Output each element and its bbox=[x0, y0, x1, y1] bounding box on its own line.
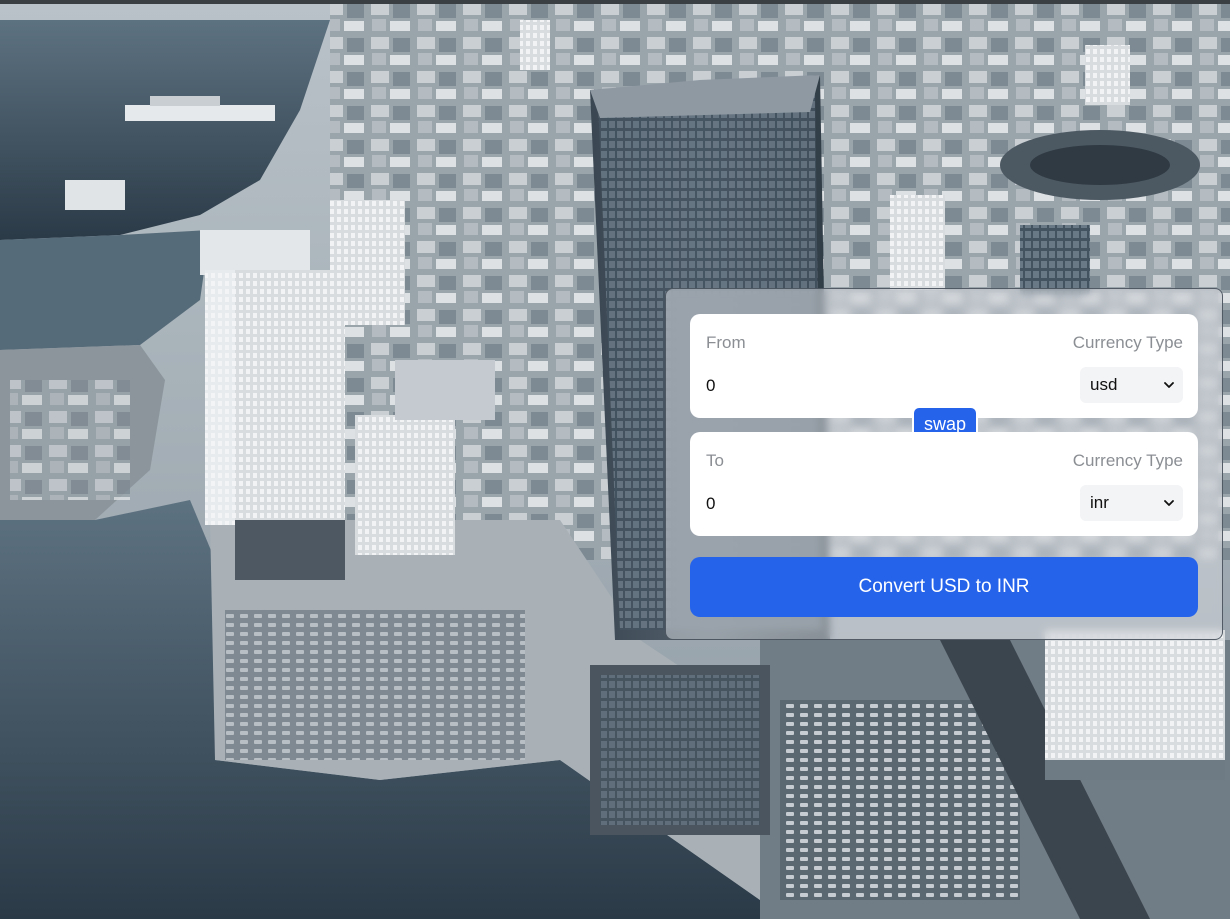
to-field: To Currency Type inr bbox=[690, 432, 1198, 536]
to-currency-selected: inr bbox=[1090, 493, 1109, 512]
from-currency-type-label: Currency Type bbox=[1072, 333, 1183, 352]
to-currency-type-label: Currency Type bbox=[1072, 451, 1183, 470]
convert-button[interactable]: Convert USD to INR bbox=[690, 557, 1198, 617]
chevron-down-icon bbox=[1164, 382, 1174, 388]
to-amount-input[interactable] bbox=[704, 490, 1028, 518]
chevron-down-icon bbox=[1164, 500, 1174, 506]
from-currency-select[interactable]: usd bbox=[1080, 367, 1183, 403]
to-label: To bbox=[706, 451, 724, 470]
currency-converter-card: From Currency Type usd swap To Currency … bbox=[665, 288, 1223, 640]
to-currency-select[interactable]: inr bbox=[1080, 485, 1183, 521]
from-currency-selected: usd bbox=[1090, 375, 1118, 394]
from-label: From bbox=[706, 333, 746, 352]
top-border-strip bbox=[0, 0, 1230, 4]
from-field: From Currency Type usd bbox=[690, 314, 1198, 418]
from-amount-input[interactable] bbox=[704, 372, 1028, 400]
